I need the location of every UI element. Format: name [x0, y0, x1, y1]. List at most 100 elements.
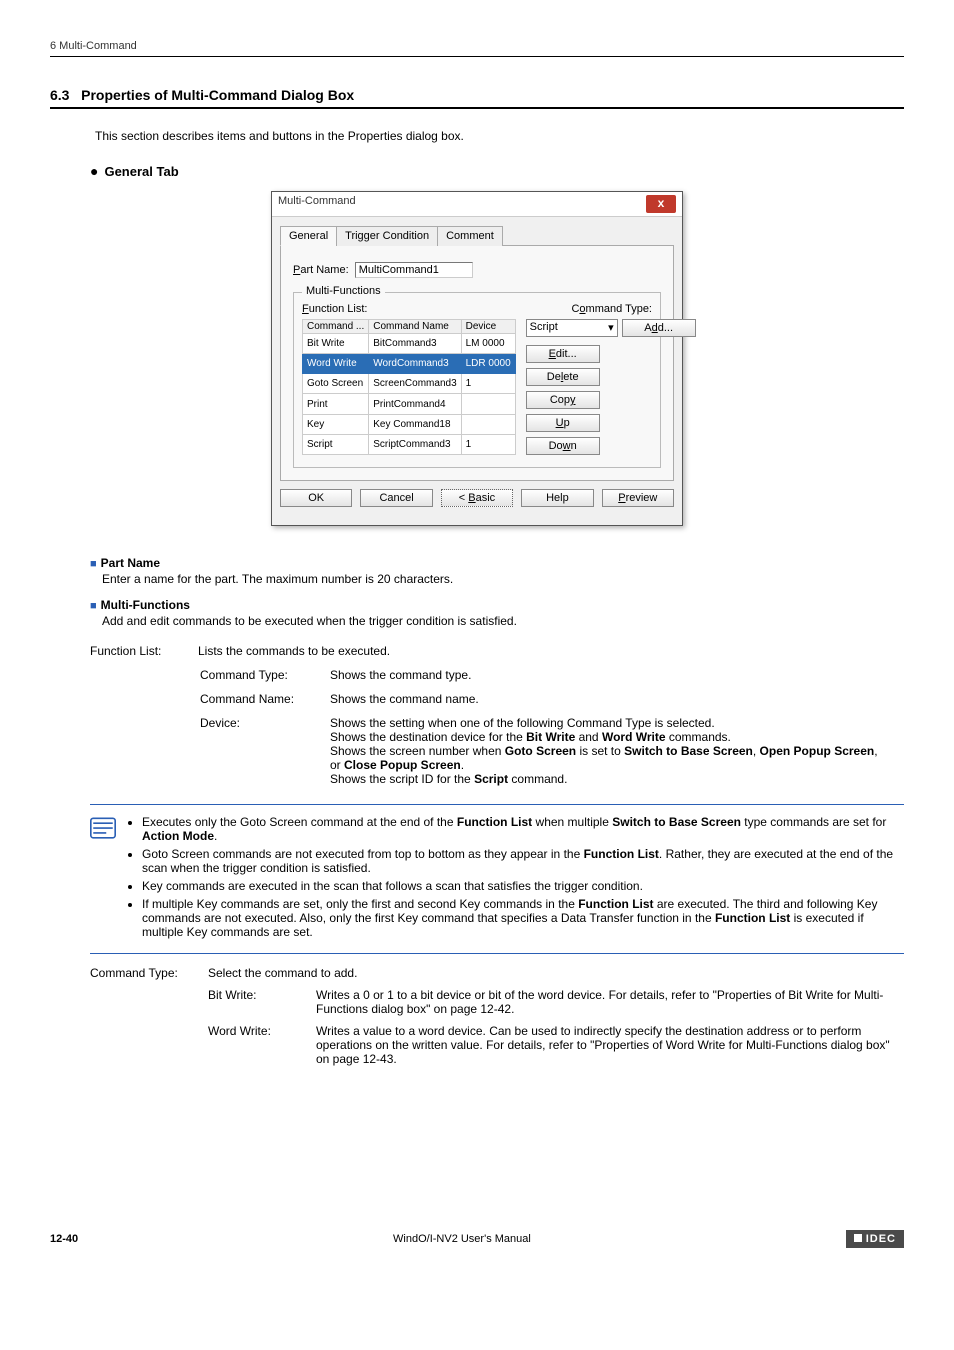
cell-name: WordCommand3: [369, 354, 461, 374]
bullet-dot-icon: ●: [90, 163, 98, 179]
device-desc: Shows the setting when one of the follow…: [330, 712, 894, 790]
cell-device: [461, 414, 515, 434]
header-rule: [50, 56, 904, 57]
preview-button[interactable]: Preview: [602, 489, 674, 507]
col-command-name[interactable]: Command Name: [369, 320, 461, 334]
cell-device: 1: [461, 434, 515, 454]
add-button[interactable]: Add...: [622, 319, 696, 337]
part-name-input[interactable]: [355, 262, 473, 278]
multi-command-dialog: Multi-Command x General Trigger Conditio…: [271, 191, 683, 526]
tab-comment[interactable]: Comment: [437, 226, 503, 246]
command-type-select[interactable]: Script ▾: [526, 319, 618, 337]
note-icon: [90, 815, 118, 943]
table-row[interactable]: Word Write WordCommand3 LDR 0000: [303, 354, 516, 374]
close-button[interactable]: x: [646, 195, 676, 213]
table-row[interactable]: Print PrintCommand4: [303, 394, 516, 414]
down-button[interactable]: Down: [526, 437, 600, 455]
cell-device: 1: [461, 374, 515, 394]
device-line2: Shows the destination device for the Bit…: [330, 730, 886, 744]
cell-cmd: Goto Screen: [303, 374, 369, 394]
group-legend: Multi-Functions: [302, 285, 385, 297]
command-type-desc: Select the command to add.: [208, 962, 904, 984]
general-tab-label: General: [104, 164, 152, 179]
copy-button[interactable]: Copy: [526, 391, 600, 409]
bit-write-desc: Writes a 0 or 1 to a bit device or bit o…: [316, 984, 904, 1020]
chevron-down-icon: ▾: [608, 321, 614, 334]
command-type-definition: Command Type: Select the command to add.…: [90, 953, 904, 1070]
function-list-table[interactable]: Command ... Command Name Device Bit Writ…: [302, 319, 516, 455]
page-number: 12-40: [50, 1233, 78, 1245]
section-title: 6.3 Properties of Multi-Command Dialog B…: [50, 87, 904, 103]
word-write-desc: Writes a value to a word device. Can be …: [316, 1020, 904, 1070]
tab-suffix: Tab: [153, 164, 179, 179]
part-name-label: Part Name:: [293, 264, 349, 276]
part-name-heading: Part Name: [101, 556, 160, 570]
basic-button[interactable]: < Basic: [441, 489, 513, 507]
device-line4: Shows the script ID for the Script comma…: [330, 772, 886, 786]
command-type-desc: Shows the command type.: [330, 664, 894, 686]
delete-button[interactable]: Delete: [526, 368, 600, 386]
cancel-button[interactable]: Cancel: [360, 489, 432, 507]
manual-name: WindO/I-NV2 User's Manual: [393, 1233, 531, 1245]
cell-name: Key Command18: [369, 414, 461, 434]
cell-cmd: Print: [303, 394, 369, 414]
idec-logo: IDEC: [846, 1230, 904, 1248]
table-row[interactable]: Goto Screen ScreenCommand3 1: [303, 374, 516, 394]
command-name-label: Command Name:: [200, 688, 328, 710]
section-intro: This section describes items and buttons…: [95, 129, 904, 143]
help-button[interactable]: Help: [521, 489, 593, 507]
col-device[interactable]: Device: [461, 320, 515, 334]
ok-button[interactable]: OK: [280, 489, 352, 507]
section-number: 6.3: [50, 87, 69, 103]
tab-general[interactable]: General: [280, 226, 337, 246]
function-list-desc: Lists the commands to be executed.: [198, 642, 904, 660]
command-name-desc: Shows the command name.: [330, 688, 894, 710]
page-footer: 12-40 WindO/I-NV2 User's Manual IDEC: [50, 1230, 904, 1248]
cell-cmd: Word Write: [303, 354, 369, 374]
bit-write-label: Bit Write:: [208, 984, 316, 1020]
dialog-footer: OK Cancel < Basic Help Preview: [280, 481, 674, 517]
note-item: Goto Screen commands are not executed fr…: [142, 847, 904, 875]
note-item: Key commands are executed in the scan th…: [142, 879, 904, 893]
cell-device: LM 0000: [461, 334, 515, 354]
table-row[interactable]: Script ScriptCommand3 1: [303, 434, 516, 454]
device-label: Device:: [200, 712, 328, 790]
up-button[interactable]: Up: [526, 414, 600, 432]
cell-name: PrintCommand4: [369, 394, 461, 414]
cell-name: ScreenCommand3: [369, 374, 461, 394]
col-command[interactable]: Command ...: [303, 320, 369, 334]
note-block: Executes only the Goto Screen command at…: [90, 804, 904, 943]
multi-functions-body: Add and edit commands to be executed whe…: [102, 614, 904, 628]
square-bullet-icon: ■: [90, 600, 97, 612]
section-rule: [50, 107, 904, 109]
dialog-title: Multi-Command: [278, 195, 356, 213]
command-type-label: Command Type:: [200, 664, 328, 686]
multi-functions-heading: Multi-Functions: [101, 598, 190, 612]
square-bullet-icon: ■: [90, 558, 97, 570]
multi-functions-group: Multi-Functions Function List: Command T…: [293, 292, 661, 468]
table-row[interactable]: Bit Write BitCommand3 LM 0000: [303, 334, 516, 354]
cell-name: ScriptCommand3: [369, 434, 461, 454]
part-name-body: Enter a name for the part. The maximum n…: [102, 572, 904, 586]
word-write-label: Word Write:: [208, 1020, 316, 1070]
edit-button[interactable]: Edit...: [526, 345, 600, 363]
function-list-definition: Function List: Lists the commands to be …: [90, 642, 904, 794]
section-title-text: Properties of Multi-Command Dialog Box: [81, 87, 354, 103]
command-type-label: Command Type:: [90, 962, 208, 984]
command-type-value: Script: [530, 321, 558, 333]
cell-device: LDR 0000: [461, 354, 515, 374]
note-item: Executes only the Goto Screen command at…: [142, 815, 904, 843]
note-item: If multiple Key commands are set, only t…: [142, 897, 904, 939]
function-list-label: Function List:: [90, 642, 198, 660]
function-list-label: Function List:: [302, 303, 367, 315]
cell-name: BitCommand3: [369, 334, 461, 354]
dialog-titlebar: Multi-Command x: [272, 192, 682, 217]
dialog-tabs: General Trigger Condition Comment: [280, 225, 674, 246]
device-line1: Shows the setting when one of the follow…: [330, 716, 886, 730]
table-row[interactable]: Key Key Command18: [303, 414, 516, 434]
cell-cmd: Key: [303, 414, 369, 434]
device-line3: Shows the screen number when Goto Screen…: [330, 744, 886, 772]
page-header: 6 Multi-Command: [50, 40, 904, 52]
cell-cmd: Bit Write: [303, 334, 369, 354]
tab-trigger-condition[interactable]: Trigger Condition: [336, 226, 438, 246]
